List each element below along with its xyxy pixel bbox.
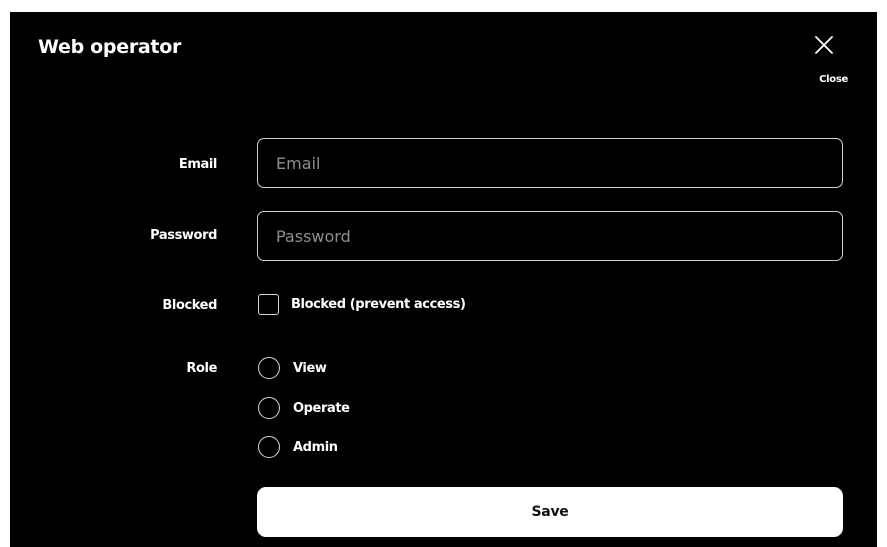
blocked-checkbox-label: Blocked (prevent access) — [291, 296, 466, 312]
dialog-title: Web operator — [38, 36, 182, 58]
role-radio-view[interactable] — [258, 357, 280, 379]
role-option-label: Operate — [293, 400, 350, 416]
role-option-admin[interactable]: Admin — [258, 435, 338, 459]
role-label: Role — [186, 361, 217, 376]
blocked-label: Blocked — [162, 298, 217, 313]
web-operator-dialog: Web operator Close Email Password Blocke… — [10, 12, 877, 547]
password-input[interactable] — [257, 211, 843, 261]
close-button[interactable]: Close — [798, 34, 848, 92]
role-radio-operate[interactable] — [258, 397, 280, 419]
close-icon — [815, 36, 833, 54]
role-option-label: View — [293, 360, 327, 376]
email-label: Email — [178, 157, 218, 172]
role-option-operate[interactable]: Operate — [258, 396, 350, 420]
role-radio-admin[interactable] — [258, 436, 280, 458]
role-option-label: Admin — [293, 439, 338, 455]
close-label: Close — [819, 74, 848, 85]
save-button[interactable]: Save — [257, 487, 843, 537]
email-input[interactable] — [257, 138, 843, 188]
password-label: Password — [150, 228, 217, 243]
blocked-checkbox[interactable] — [258, 293, 279, 315]
role-option-view[interactable]: View — [258, 356, 327, 380]
blocked-checkbox-row[interactable]: Blocked (prevent access) — [258, 292, 466, 316]
